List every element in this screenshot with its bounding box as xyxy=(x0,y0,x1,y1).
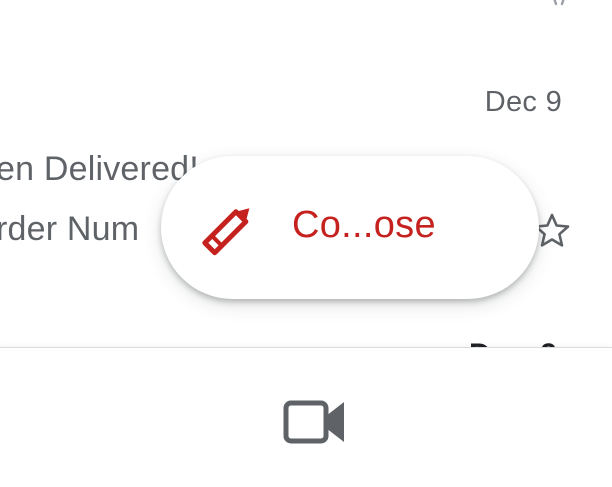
email-subject: en Delivered! xyxy=(0,150,199,188)
compose-button[interactable]: Co...ose xyxy=(161,156,539,299)
email-date: Dec 9 xyxy=(484,86,562,118)
pencil-icon xyxy=(202,208,250,256)
email-snippet: rder Num xyxy=(0,210,140,248)
partial-icon xyxy=(553,0,565,6)
compose-label: Co...ose xyxy=(292,204,436,246)
gmail-inbox-screen: Dec 9 en Delivered! rder Num Dec 9 Co...… xyxy=(0,0,612,487)
video-camera-icon[interactable] xyxy=(282,398,348,448)
bottom-navigation-bar xyxy=(0,347,612,487)
next-email-date-partial: Dec 9 xyxy=(469,334,564,349)
